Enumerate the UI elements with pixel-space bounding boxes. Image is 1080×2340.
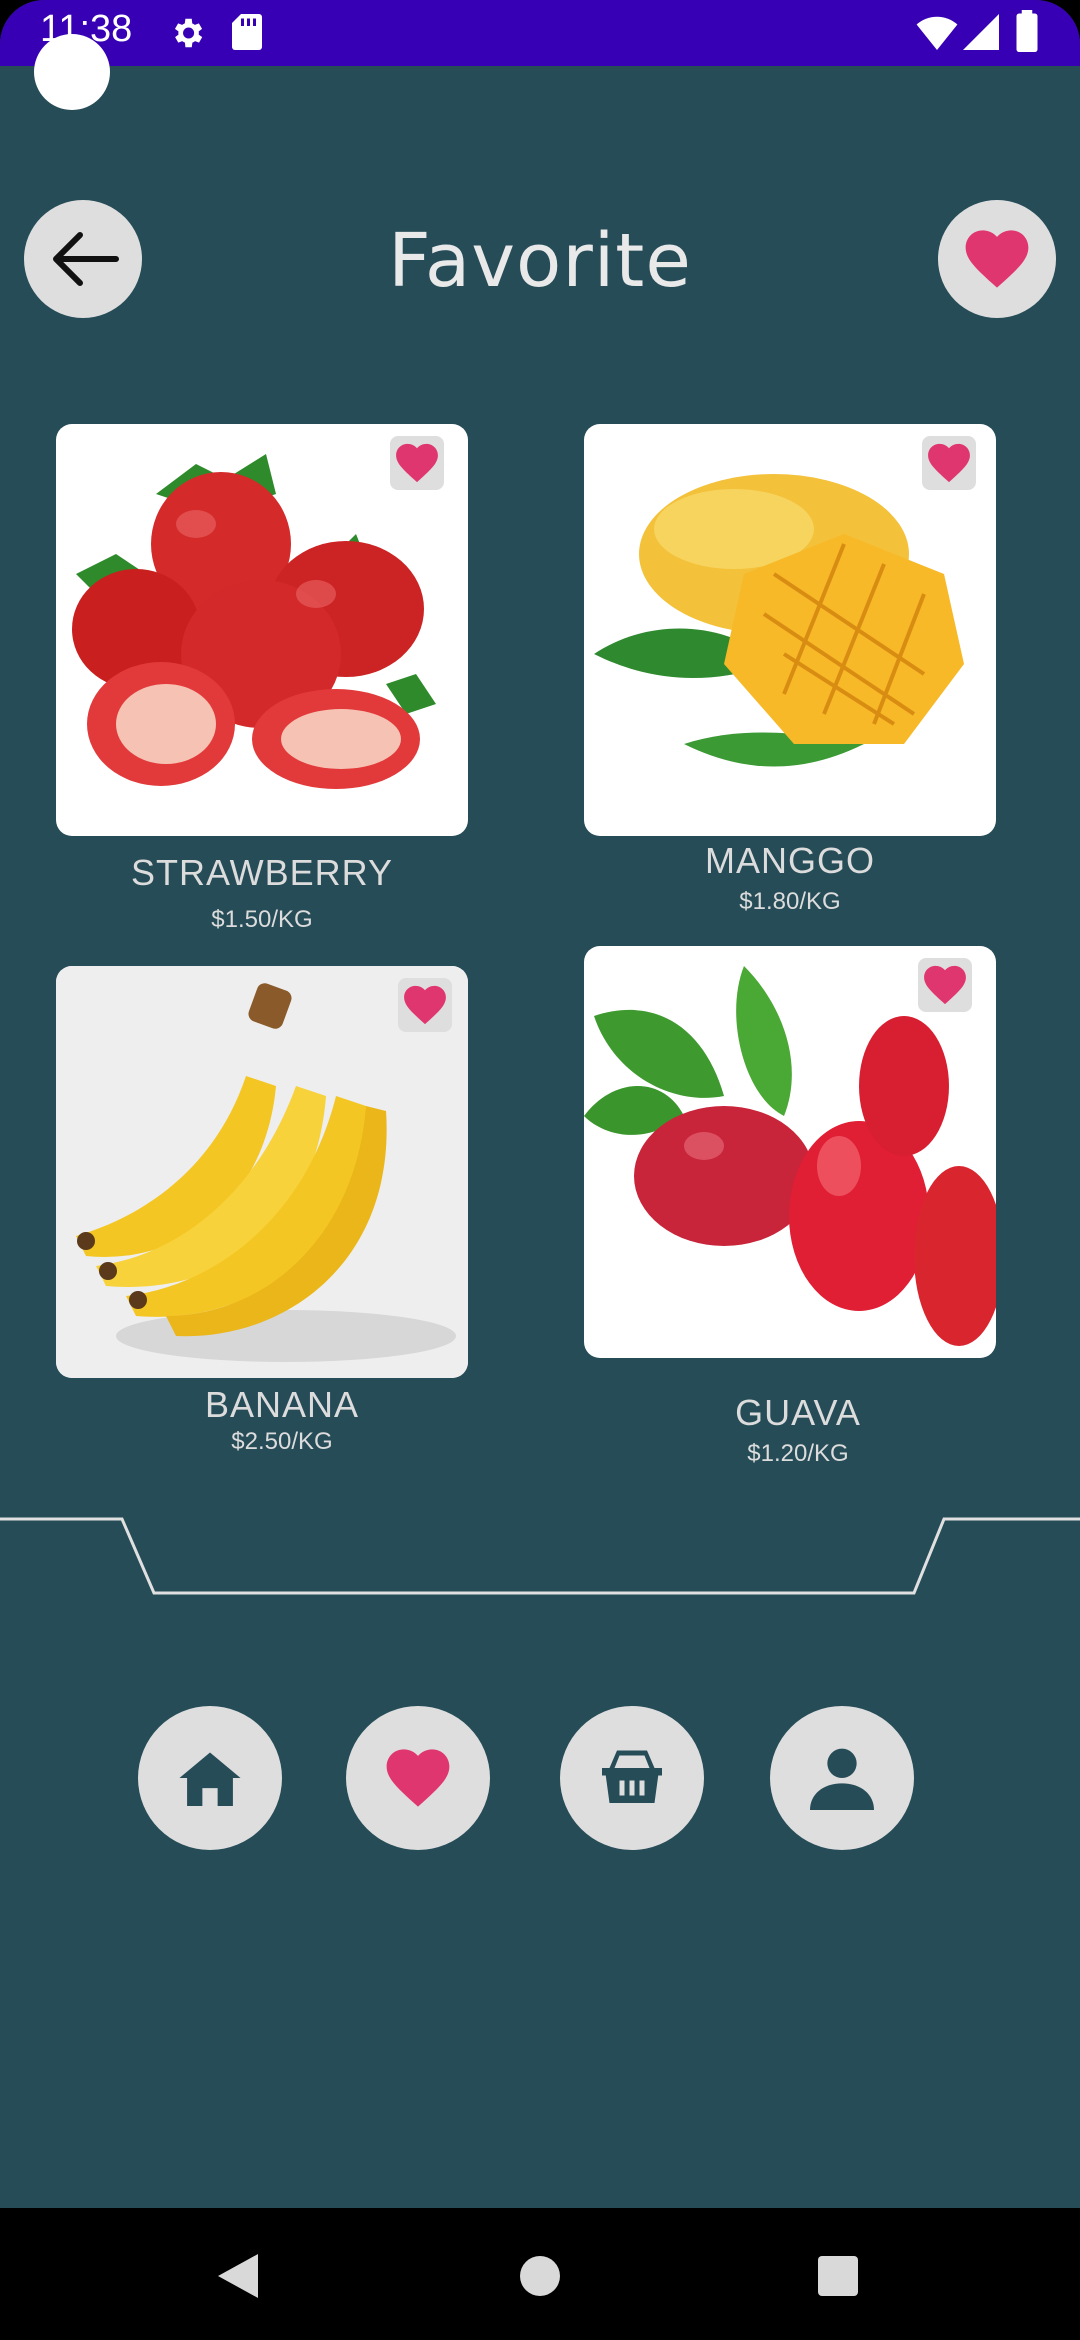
favorite-toggle[interactable] (398, 978, 452, 1032)
basket-icon (602, 1750, 662, 1803)
home-icon (179, 1752, 241, 1806)
product-price: $1.50/KG (211, 906, 313, 933)
heart-icon (404, 985, 446, 1025)
product-price: $1.20/KG (747, 1440, 849, 1467)
nav-home-button[interactable] (138, 1706, 282, 1850)
heart-icon (386, 1749, 450, 1807)
user-icon (810, 1748, 874, 1810)
sd-card-icon (232, 14, 262, 50)
product-card-banana[interactable] (56, 966, 468, 1378)
favorite-toggle[interactable] (918, 958, 972, 1012)
system-nav-bar (0, 2208, 1080, 2340)
nav-favorites-button[interactable] (346, 1706, 490, 1850)
favorites-button[interactable] (938, 200, 1056, 318)
app-screen: 11:38 Favorite STRAWBERRY $1.50/KG MANGG… (0, 0, 1080, 2340)
page-title: Favorite (388, 218, 692, 304)
product-card-strawberry[interactable] (56, 424, 468, 836)
back-nav-icon[interactable] (218, 2254, 258, 2298)
nav-divider (0, 1517, 1080, 1595)
status-bar: 11:38 (0, 0, 1080, 66)
product-name: STRAWBERRY (130, 852, 394, 893)
battery-icon (1016, 10, 1038, 52)
floating-dot (34, 34, 110, 110)
product-price: $2.50/KG (231, 1428, 333, 1455)
favorite-toggle[interactable] (390, 436, 444, 490)
heart-icon (928, 443, 970, 483)
favorite-toggle[interactable] (922, 436, 976, 490)
wifi-icon (916, 16, 958, 50)
settings-icon (174, 18, 203, 48)
product-card-mango[interactable] (584, 424, 996, 836)
product-price: $1.80/KG (739, 888, 841, 915)
heart-icon (924, 965, 966, 1005)
nav-basket-button[interactable] (560, 1706, 704, 1850)
product-card-guava[interactable] (584, 946, 996, 1358)
heart-icon (396, 443, 438, 483)
home-nav-icon[interactable] (520, 2256, 560, 2296)
heart-icon (965, 230, 1029, 288)
product-name: BANANA (204, 1384, 360, 1425)
product-name: GUAVA (735, 1392, 861, 1433)
product-name: MANGGO (704, 840, 875, 881)
signal-icon (963, 14, 999, 50)
nav-profile-button[interactable] (770, 1706, 914, 1850)
recents-nav-icon[interactable] (818, 2256, 858, 2296)
